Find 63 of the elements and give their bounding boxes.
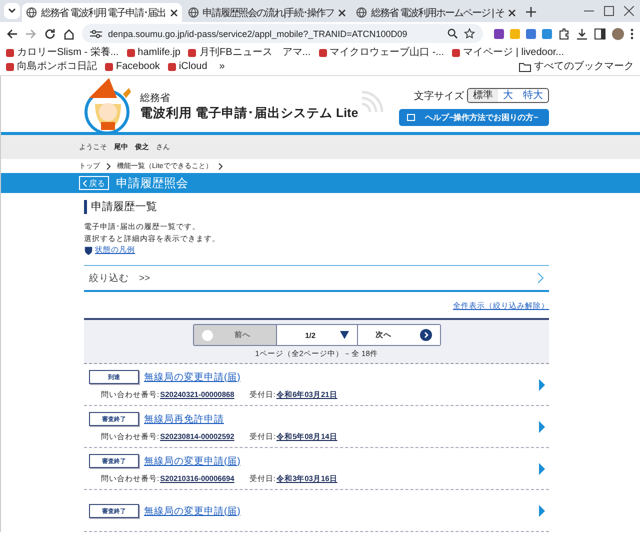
section-heading: 申請履歴一覧 — [84, 200, 549, 214]
browser-tab[interactable]: 総務省 電波利用ホームページ | そ — [352, 3, 520, 22]
bookmark[interactable]: hamlife.jp — [126, 46, 180, 59]
close-icon[interactable] — [624, 6, 634, 16]
filter-toggle[interactable]: 絞り込む >> — [84, 265, 549, 292]
triangle-right-icon — [539, 379, 545, 391]
all-bookmarks-button[interactable]: すべてのブックマーク — [519, 60, 634, 73]
shield-help-icon — [84, 246, 93, 254]
bookmark[interactable]: Facebook — [105, 60, 160, 73]
application-title-link[interactable]: 無線局の変更申請(届) — [144, 504, 240, 518]
avatar-icon[interactable] — [612, 28, 624, 40]
back-button[interactable]: 戻る — [79, 176, 109, 190]
download-icon[interactable] — [576, 28, 588, 40]
system-title: 電波利用 電子申請･届出システム Lite — [140, 105, 358, 122]
new-tab-icon[interactable] — [526, 7, 536, 17]
font-size-option[interactable]: 大 — [498, 89, 518, 102]
close-icon[interactable] — [170, 8, 178, 16]
application-title-link[interactable]: 無線局再免許申請 — [144, 412, 224, 426]
chevron-right-icon — [106, 162, 111, 170]
close-icon[interactable] — [338, 8, 346, 16]
browser-tab[interactable]: 申請履歴照会の流れ|手続･操作フ — [184, 3, 350, 22]
bookmark[interactable]: 向島ポンポコ日記 — [6, 60, 97, 73]
site-settings-icon — [90, 28, 102, 38]
home-icon[interactable] — [63, 28, 75, 40]
globe-icon — [188, 7, 199, 18]
puzzle-icon[interactable] — [558, 28, 570, 40]
chevron-right-icon — [420, 329, 432, 341]
bookmark[interactable]: マイページ | livedoor... — [452, 46, 564, 59]
dropdown-arrow-icon — [340, 331, 348, 339]
triangle-right-icon — [539, 505, 545, 517]
bookmark[interactable]: マイクロウェーブ山口 -... — [318, 46, 444, 59]
browser-tab[interactable]: 総務省 電波利用 電子申請･届出 — [22, 3, 182, 22]
help-button[interactable]: ヘルプ−操作方法でお困りの方− — [399, 109, 549, 126]
ministry-name: 総務省 — [140, 92, 171, 105]
close-icon[interactable] — [508, 8, 516, 16]
application-title-link[interactable]: 無線局の変更申請(届) — [144, 454, 240, 468]
page-title: 申請履歴照会 — [116, 174, 188, 192]
back-arrow-icon[interactable] — [6, 28, 18, 40]
more-bookmarks-button[interactable]: » — [219, 60, 225, 73]
maximize-icon[interactable] — [604, 6, 614, 16]
bookmark[interactable]: 月刊FBニュース アマ... — [188, 46, 311, 59]
bookmark[interactable]: カロリーSlism - 栄養... — [6, 46, 119, 59]
address-bar[interactable]: denpa.soumu.go.jp/id-pass/service2/appl_mobile?_TRANID=ATCN100D09 — [82, 24, 483, 43]
globe-icon — [356, 7, 368, 18]
font-size-option[interactable]: 特大 — [518, 89, 548, 102]
tab-list-button[interactable] — [4, 3, 20, 19]
font-size-option[interactable]: 標準 — [468, 89, 498, 102]
menu-icon[interactable] — [630, 28, 634, 40]
folder-icon — [519, 62, 531, 72]
zoom-icon[interactable] — [447, 28, 458, 39]
triangle-right-icon — [539, 463, 545, 475]
reload-icon[interactable] — [44, 28, 56, 40]
chevron-down-icon — [7, 6, 17, 16]
star-icon[interactable] — [464, 28, 475, 39]
chevron-right-icon — [218, 162, 224, 170]
window-icon — [407, 114, 415, 121]
bookmark[interactable]: iCloud — [168, 60, 208, 73]
application-title-link[interactable]: 無線局の変更申請(届) — [144, 370, 240, 384]
side-panel-icon[interactable] — [594, 28, 606, 40]
chevron-right-icon — [537, 272, 544, 284]
font-size-label: 文字サイズ — [414, 90, 464, 102]
globe-icon — [26, 7, 37, 18]
triangle-right-icon — [539, 421, 545, 433]
